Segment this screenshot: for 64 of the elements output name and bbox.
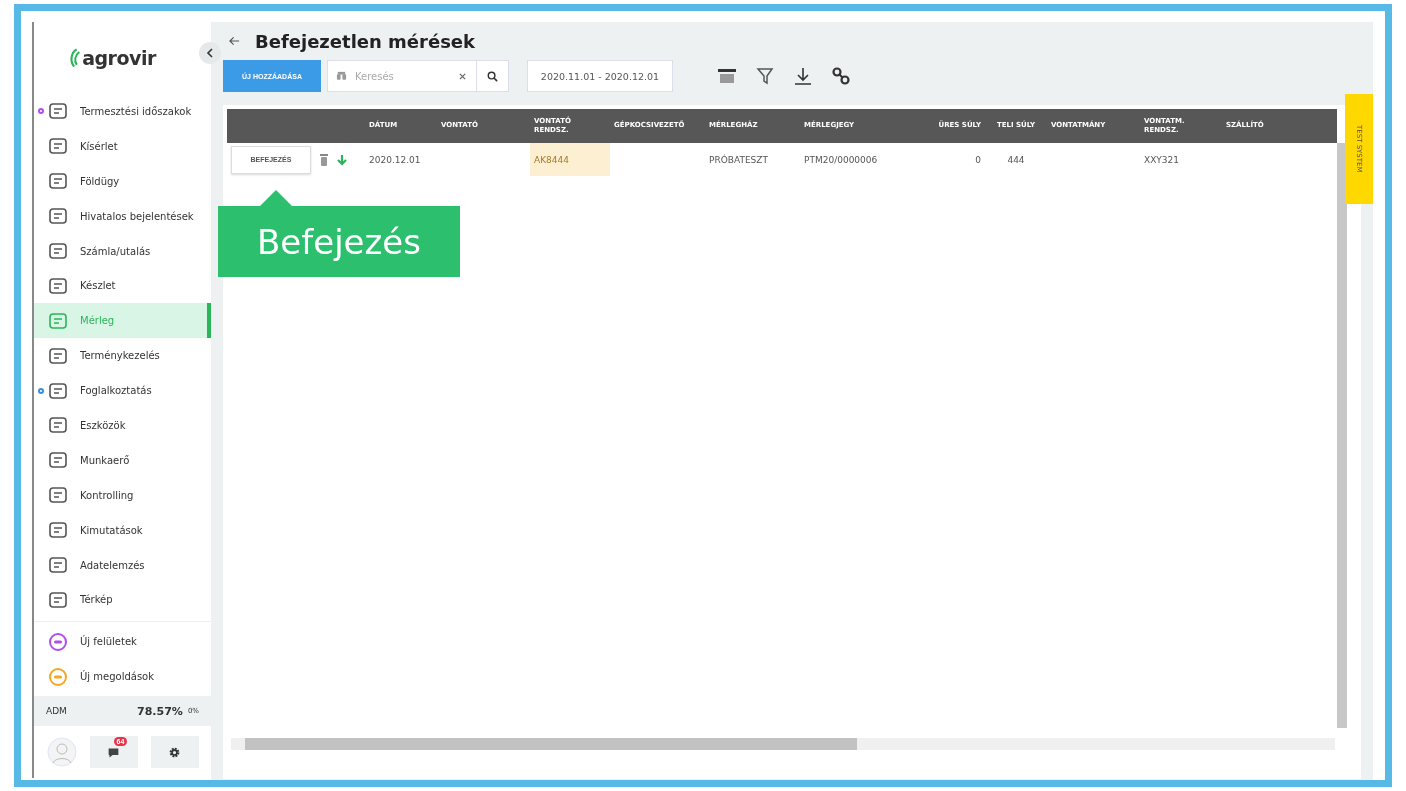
module-icon	[48, 101, 68, 122]
sidebar-item[interactable]: Hivatalos bejelentések	[34, 198, 211, 234]
filter-icon[interactable]	[755, 66, 775, 86]
page-title: Befejezetlen mérések	[255, 30, 476, 52]
table-cell: XXY321	[1144, 154, 1179, 165]
columns-icon[interactable]	[717, 66, 737, 86]
binoculars-icon	[336, 71, 347, 81]
search-button[interactable]	[477, 60, 509, 92]
date-range-field[interactable]: 2020.11.01 - 2020.12.01	[527, 60, 673, 92]
arrow-down-icon[interactable]	[337, 153, 347, 166]
module-icon	[48, 206, 68, 227]
sidebar-item[interactable]: Új megoldások	[34, 659, 211, 695]
table-cell: 2020.12.01	[369, 154, 421, 165]
sidebar-item[interactable]: Kontrolling	[34, 477, 211, 513]
sidebar-item[interactable]: Új felületek	[34, 624, 211, 660]
module-icon	[48, 589, 68, 610]
vertical-scrollbar[interactable]	[1337, 143, 1347, 728]
settings-icon	[168, 745, 181, 759]
table-cell: PRÓBATESZT	[709, 154, 768, 165]
sidebar-item[interactable]: Termesztési időszakok	[34, 94, 211, 129]
module-icon	[48, 380, 68, 401]
sidebar-item[interactable]: Kísérlet	[34, 128, 211, 164]
module-icon	[48, 310, 68, 331]
module-icon	[48, 241, 68, 261]
module-icon	[48, 275, 68, 296]
chevron-left-icon	[206, 48, 214, 58]
search-box[interactable]: Keresés	[327, 60, 477, 92]
chat-icon	[107, 745, 120, 759]
module-icon	[48, 415, 68, 436]
percent-value: 78.57%	[137, 704, 183, 718]
collapse-button[interactable]	[199, 42, 221, 64]
sidebar-item[interactable]: Készlet	[34, 268, 211, 304]
sidebar-item[interactable]: Foglalkoztatás	[34, 373, 211, 408]
module-icon	[48, 485, 68, 506]
module-icon	[48, 136, 68, 157]
module-icon	[48, 171, 68, 192]
download-icon[interactable]	[793, 66, 813, 86]
clear-icon[interactable]	[459, 72, 466, 80]
horizontal-scrollbar[interactable]	[231, 738, 1335, 750]
tooltip: Befejezés	[218, 206, 460, 277]
link-icon[interactable]	[831, 66, 851, 86]
logo-leaf-icon	[69, 47, 82, 69]
sidebar-item[interactable]: Térkép	[34, 582, 211, 618]
trash-icon[interactable]	[319, 152, 329, 167]
module-icon	[48, 345, 68, 366]
table-cell: 444	[1007, 154, 1025, 165]
stats-label: ADM	[46, 706, 67, 716]
settings-button[interactable]	[150, 736, 199, 768]
module-icon	[48, 450, 68, 471]
sidebar-item[interactable]: Földügy	[34, 163, 211, 199]
sidebar-item[interactable]: Munkaerő	[34, 442, 211, 478]
sidebar-item[interactable]: Eszközök	[34, 408, 211, 443]
back-arrow-icon[interactable]	[229, 36, 240, 46]
sidebar-item[interactable]: Kimutatások	[34, 512, 211, 548]
table-cell: 0	[975, 154, 981, 165]
highlighted-cell: AK8444	[530, 143, 610, 176]
search-icon	[487, 70, 498, 82]
module-icon	[48, 555, 68, 575]
sidebar-item[interactable]: Adatelemzés	[34, 547, 211, 583]
sidebar-item[interactable]: Számla/utalás	[34, 233, 211, 269]
module-icon	[48, 520, 68, 541]
sidebar-item[interactable]: Terménykezelés	[34, 338, 211, 374]
logo-text: agrovir	[82, 47, 156, 69]
table-cell: PTM20/0000006	[804, 154, 878, 165]
